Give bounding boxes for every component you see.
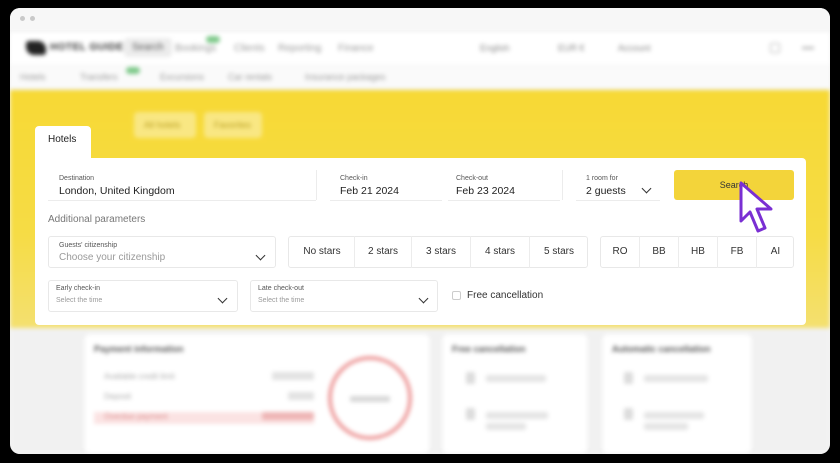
star-option-3[interactable]: 3 stars [412, 246, 470, 257]
destination-input[interactable]: London, United Kingdom [59, 185, 175, 197]
field-underline [448, 200, 560, 201]
checkout-label: Check-out [456, 175, 488, 182]
placeholder-line [486, 375, 546, 382]
checkin-input[interactable]: Feb 21 2024 [340, 185, 399, 197]
nav-item-reporting[interactable]: Reporting [278, 43, 321, 54]
logo-text: HOTEL GUIDE [50, 42, 124, 53]
field-underline [48, 200, 316, 201]
top-nav: HOTEL GUIDE Search Bookings Clients Repo… [10, 32, 830, 64]
hero-pill-all-hotels[interactable]: All hotels [134, 112, 196, 138]
browser-chrome [10, 8, 830, 30]
star-option-5[interactable]: 5 stars [530, 246, 588, 257]
guests-select[interactable]: 2 guests [586, 185, 626, 197]
additional-parameters-title: Additional parameters [48, 214, 146, 225]
nav-item-finance[interactable]: Finance [338, 43, 374, 54]
star-option-4[interactable]: 4 stars [471, 246, 529, 257]
payment-row-label: Available credit limit [104, 372, 175, 381]
placeholder-line [486, 423, 526, 430]
placeholder-line [644, 375, 708, 382]
document-icon [466, 372, 475, 384]
menu-icon[interactable] [802, 47, 814, 49]
payment-row-value [288, 392, 314, 400]
document-icon [466, 408, 475, 420]
payment-card-title: Payment information [94, 344, 184, 354]
subnav-insurance[interactable]: Insurance packages [305, 72, 386, 82]
subnav-hotels[interactable]: Hotels [20, 72, 46, 82]
subnav-transfers[interactable]: Transfers [80, 72, 118, 82]
subnav-excursions[interactable]: Excursions [160, 72, 204, 82]
settings-icon[interactable] [770, 43, 780, 53]
cancellation-card-title: Free cancellation [452, 344, 526, 354]
tab-hotels[interactable]: Hotels [35, 126, 91, 160]
citizenship-placeholder: Choose your citizenship [59, 252, 166, 263]
placeholder-line [486, 412, 548, 419]
credit-ring-chart [328, 356, 412, 440]
window-dot [30, 16, 35, 21]
window-dot [20, 16, 25, 21]
nav-item-search[interactable]: Search [124, 38, 172, 57]
field-divider [562, 170, 563, 200]
early-checkin-placeholder: Select the time [56, 297, 103, 304]
field-underline [576, 200, 660, 201]
field-underline [330, 200, 442, 201]
nav-badge [206, 36, 220, 43]
subnav-badge [126, 67, 140, 74]
meal-option-ro[interactable]: RO [601, 246, 639, 257]
payment-row: Available credit limit [94, 372, 314, 384]
payment-row-value [272, 372, 314, 380]
sub-nav: Hotels Transfers Excursions Car rentals … [10, 64, 830, 90]
free-cancellation-checkbox[interactable] [452, 291, 461, 300]
document-icon [624, 408, 633, 420]
star-option-none[interactable]: No stars [290, 246, 354, 257]
early-checkin-label: Early check-in [56, 285, 100, 292]
checkin-label: Check-in [340, 175, 368, 182]
account-menu[interactable]: Account [618, 43, 651, 53]
free-cancellation-label: Free cancellation [467, 290, 544, 301]
late-checkout-placeholder: Select the time [258, 297, 305, 304]
mouse-cursor-icon [739, 181, 773, 233]
citizenship-label: Guests' citizenship [59, 242, 118, 249]
meal-option-hb[interactable]: HB [679, 246, 717, 257]
star-option-2[interactable]: 2 stars [355, 246, 411, 257]
placeholder-line [644, 412, 704, 419]
document-icon [624, 372, 633, 384]
logo-icon [26, 41, 46, 55]
meal-option-fb[interactable]: FB [718, 246, 756, 257]
auto-cancellation-card: Automatic cancellation [602, 334, 752, 454]
payment-row-label: Overdue payment [104, 412, 168, 421]
subnav-car-rentals[interactable]: Car rentals [228, 72, 272, 82]
ring-label [350, 396, 390, 402]
meal-option-bb[interactable]: BB [640, 246, 678, 257]
payment-card: Payment information Available credit lim… [84, 334, 430, 454]
late-checkout-label: Late check-out [258, 285, 304, 292]
placeholder-line [644, 423, 688, 430]
currency-selector[interactable]: EUR € [558, 43, 585, 53]
search-button[interactable]: Search [674, 170, 794, 200]
checkout-input[interactable]: Feb 23 2024 [456, 185, 515, 197]
payment-row: Deposit [94, 392, 314, 404]
payment-row-value [262, 412, 314, 420]
rooms-label: 1 room for [586, 175, 618, 182]
payment-row-overdue: Overdue payment [94, 412, 314, 424]
auto-cancellation-card-title: Automatic cancellation [612, 344, 711, 354]
dashboard-cards: Payment information Available credit lim… [10, 328, 830, 454]
nav-item-bookings[interactable]: Bookings [175, 43, 216, 54]
cancellation-card: Free cancellation [442, 334, 588, 454]
field-divider [316, 170, 317, 200]
meal-option-ai[interactable]: AI [757, 246, 794, 257]
destination-label: Destination [59, 175, 95, 182]
payment-row-label: Deposit [104, 392, 132, 401]
language-selector[interactable]: English [480, 43, 510, 53]
nav-item-clients[interactable]: Clients [234, 43, 265, 54]
hero-pill-favorites[interactable]: Favorites [204, 112, 262, 138]
